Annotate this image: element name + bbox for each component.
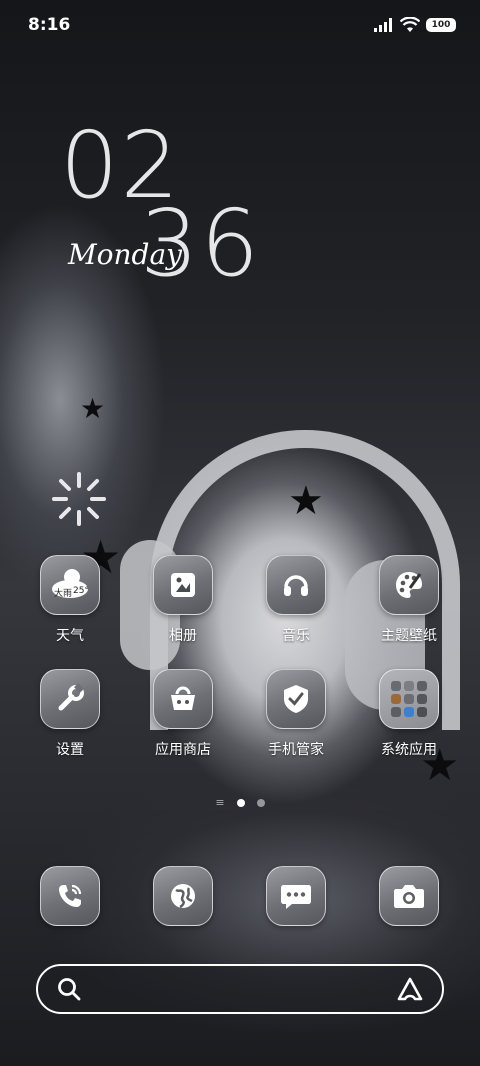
weather-icon[interactable]: 大雨 25°: [40, 555, 100, 615]
app-store-icon[interactable]: [153, 669, 213, 729]
dock-phone[interactable]: [15, 866, 125, 926]
sun-widget-icon[interactable]: [48, 468, 110, 530]
app-label: 主题壁纸: [381, 628, 437, 644]
app-label: 相册: [169, 628, 197, 644]
search-icon[interactable]: [56, 976, 82, 1002]
phone-icon[interactable]: [40, 866, 100, 926]
page-dot[interactable]: [256, 798, 265, 807]
wallpaper-star: ★: [80, 392, 106, 425]
signal-icon: [374, 18, 392, 32]
app-weather[interactable]: 大雨 25° 天气: [15, 555, 125, 645]
wallpaper-star: ★: [288, 478, 324, 524]
music-icon[interactable]: [266, 555, 326, 615]
dock-messages[interactable]: [241, 866, 351, 926]
app-gallery[interactable]: 相册: [128, 555, 238, 645]
weather-temperature: 25°: [73, 586, 89, 596]
battery-icon: 100: [426, 18, 456, 32]
status-icons: 100: [374, 17, 456, 33]
app-store[interactable]: 应用商店: [128, 669, 238, 759]
app-folder-system[interactable]: 系统应用: [354, 669, 464, 759]
app-settings[interactable]: 设置: [15, 669, 125, 759]
app-label: 音乐: [282, 628, 310, 644]
gallery-icon[interactable]: [153, 555, 213, 615]
security-icon[interactable]: [266, 669, 326, 729]
themes-icon[interactable]: [379, 555, 439, 615]
dock-camera[interactable]: [354, 866, 464, 926]
wifi-icon: [400, 17, 420, 32]
system-apps-folder-icon[interactable]: [379, 669, 439, 729]
assistant-icon[interactable]: [396, 976, 424, 1002]
page-indicator[interactable]: ≡: [0, 796, 480, 809]
clock-day: Monday: [68, 238, 182, 271]
app-music[interactable]: 音乐: [241, 555, 351, 645]
app-label: 应用商店: [155, 742, 211, 758]
page-dot-active[interactable]: [236, 798, 245, 807]
settings-icon[interactable]: [40, 669, 100, 729]
app-themes[interactable]: 主题壁纸: [354, 555, 464, 645]
dock-browser[interactable]: [128, 866, 238, 926]
app-security[interactable]: 手机管家: [241, 669, 351, 759]
status-time: 8:16: [28, 15, 71, 35]
app-label: 天气: [56, 628, 84, 644]
app-label: 手机管家: [268, 742, 324, 758]
browser-icon[interactable]: [153, 866, 213, 926]
camera-icon[interactable]: [379, 866, 439, 926]
app-label: 系统应用: [381, 742, 437, 758]
messages-icon[interactable]: [266, 866, 326, 926]
status-bar: 8:16 100: [0, 0, 480, 50]
page-list-icon[interactable]: ≡: [215, 796, 224, 809]
weather-condition: 大雨: [54, 589, 73, 599]
search-bar[interactable]: [36, 964, 444, 1014]
app-label: 设置: [56, 742, 84, 758]
weather-cloud-icon: [52, 569, 88, 598]
